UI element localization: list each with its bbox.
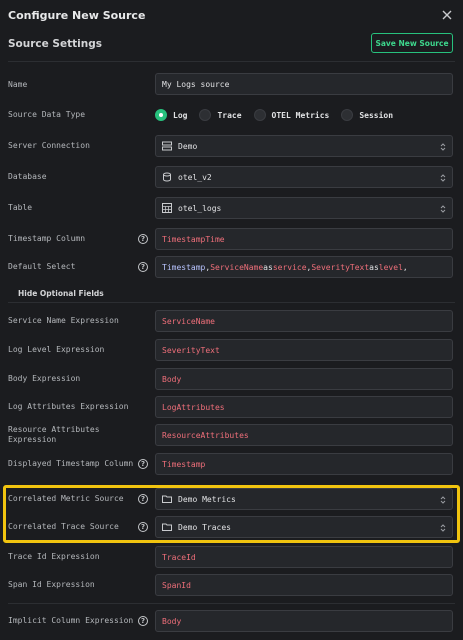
log-level-expression-value: SeverityText: [162, 345, 220, 355]
radio-trace[interactable]: [199, 109, 212, 121]
divider: [8, 302, 455, 303]
displayed-timestamp-column-label: Displayed Timestamp Column: [8, 459, 134, 468]
save-new-source-button[interactable]: Save New Source: [371, 33, 453, 53]
modal-header: Configure New Source: [0, 0, 463, 30]
radio-option-otel-metrics[interactable]: OTEL Metrics: [253, 109, 329, 121]
log-attributes-expression-value: LogAttributes: [162, 402, 225, 412]
table-value: otel_logs: [178, 203, 222, 213]
source-data-type-label: Source Data Type: [8, 110, 86, 119]
correlated-trace-source-select[interactable]: Demo Traces: [155, 516, 453, 538]
help-circle-icon[interactable]: ?: [138, 234, 148, 244]
default-select-input[interactable]: Timestamp, ServiceName as service, Sever…: [155, 256, 453, 278]
folder-icon: [162, 523, 172, 531]
default-select-label: Default Select: [8, 262, 76, 271]
radio-option-log[interactable]: Log: [155, 109, 187, 121]
span-id-expression-value: SpanId: [162, 580, 191, 590]
help-circle-icon[interactable]: ?: [138, 262, 148, 272]
correlated-metric-source-label: Correlated Metric Source: [8, 494, 124, 503]
table-select[interactable]: otel_logs: [155, 197, 453, 219]
database-label: Database: [8, 172, 47, 181]
service-name-expression-value: ServiceName: [162, 316, 215, 326]
chevron-up-down-icon: [440, 205, 446, 213]
select-alias-service: service: [272, 262, 307, 272]
close-icon[interactable]: [441, 9, 453, 21]
radio-option-session[interactable]: Session: [341, 109, 393, 121]
resource-attributes-expression-label: Resource Attributes Expression: [8, 425, 100, 445]
body-expression-label: Body Expression: [8, 374, 81, 383]
name-input[interactable]: My Logs source: [155, 73, 453, 95]
server-connection-value: Demo: [178, 141, 198, 151]
trace-id-expression-value: TraceId: [162, 552, 196, 562]
radio-otel-metrics[interactable]: [253, 109, 266, 121]
displayed-timestamp-column-input[interactable]: Timestamp: [155, 453, 453, 475]
body-expression-value: Body: [162, 374, 182, 384]
body-expression-input[interactable]: Body: [155, 368, 453, 390]
implicit-column-expression-label: Implicit Column Expression: [8, 616, 134, 625]
log-level-expression-label: Log Level Expression: [8, 345, 105, 354]
radio-session[interactable]: [341, 109, 354, 121]
server-connection-select[interactable]: Demo: [155, 135, 453, 157]
service-name-expression-input[interactable]: ServiceName: [155, 310, 453, 332]
radio-log-selected[interactable]: [155, 109, 167, 121]
log-attributes-expression-input[interactable]: LogAttributes: [155, 396, 453, 418]
select-column-severitytext: SeverityText: [311, 262, 370, 272]
span-id-expression-label: Span Id Expression: [8, 580, 95, 589]
chevron-up-down-icon: [440, 143, 446, 151]
chevron-up-down-icon: [440, 524, 446, 532]
resource-attributes-label-line1: Resource Attributes: [8, 425, 100, 434]
correlated-metric-source-select[interactable]: Demo Metrics: [155, 488, 453, 510]
select-separator: ,: [402, 262, 408, 272]
select-keyword-as: as: [369, 262, 379, 272]
log-level-expression-input[interactable]: SeverityText: [155, 339, 453, 361]
database-icon: [163, 172, 171, 182]
help-circle-icon[interactable]: ?: [138, 616, 148, 626]
database-value: otel_v2: [178, 172, 212, 182]
server-connection-label: Server Connection: [8, 141, 90, 150]
modal-title: Configure New Source: [8, 9, 146, 22]
name-value: My Logs source: [162, 79, 230, 89]
divider: [8, 603, 455, 604]
resource-attributes-label-line2: Expression: [8, 435, 57, 444]
table-label: Table: [8, 203, 33, 212]
radio-option-trace[interactable]: Trace: [199, 109, 242, 121]
help-circle-icon[interactable]: ?: [138, 522, 148, 532]
resource-attributes-expression-value: ResourceAttributes: [162, 430, 249, 440]
timestamp-column-value: TimestampTime: [162, 234, 225, 244]
resource-attributes-expression-input[interactable]: ResourceAttributes: [155, 424, 453, 446]
service-name-expression-label: Service Name Expression: [8, 316, 119, 325]
trace-id-expression-label: Trace Id Expression: [8, 552, 100, 561]
name-label: Name: [8, 80, 28, 89]
select-column-timestamp: Timestamp: [162, 262, 206, 272]
correlated-trace-source-value: Demo Traces: [178, 522, 231, 532]
section-title: Source Settings: [8, 38, 102, 50]
select-column-servicename: ServiceName: [210, 262, 264, 272]
help-circle-icon[interactable]: ?: [138, 459, 148, 469]
correlated-trace-source-label: Correlated Trace Source: [8, 522, 119, 531]
divider: [8, 61, 455, 62]
folder-icon: [162, 495, 172, 503]
select-alias-level: level: [378, 262, 403, 272]
table-icon: [162, 203, 172, 213]
select-keyword-as: as: [263, 262, 273, 272]
timestamp-column-input[interactable]: TimestampTime: [155, 228, 453, 250]
chevron-up-down-icon: [440, 496, 446, 504]
implicit-column-expression-value: Body: [162, 616, 182, 626]
implicit-column-expression-input[interactable]: Body: [155, 610, 453, 632]
hide-optional-fields-toggle[interactable]: Hide Optional Fields: [18, 289, 104, 298]
span-id-expression-input[interactable]: SpanId: [155, 574, 453, 596]
correlated-metric-source-value: Demo Metrics: [178, 494, 236, 504]
displayed-timestamp-column-value: Timestamp: [162, 459, 206, 469]
source-data-type-radio-group: Log Trace OTEL Metrics Session: [155, 107, 405, 123]
timestamp-column-label: Timestamp Column: [8, 234, 86, 243]
database-select[interactable]: otel_v2: [155, 166, 453, 188]
chevron-up-down-icon: [440, 174, 446, 182]
server-icon: [162, 141, 172, 151]
trace-id-expression-input[interactable]: TraceId: [155, 546, 453, 568]
log-attributes-expression-label: Log Attributes Expression: [8, 402, 129, 411]
help-circle-icon[interactable]: ?: [138, 494, 148, 504]
